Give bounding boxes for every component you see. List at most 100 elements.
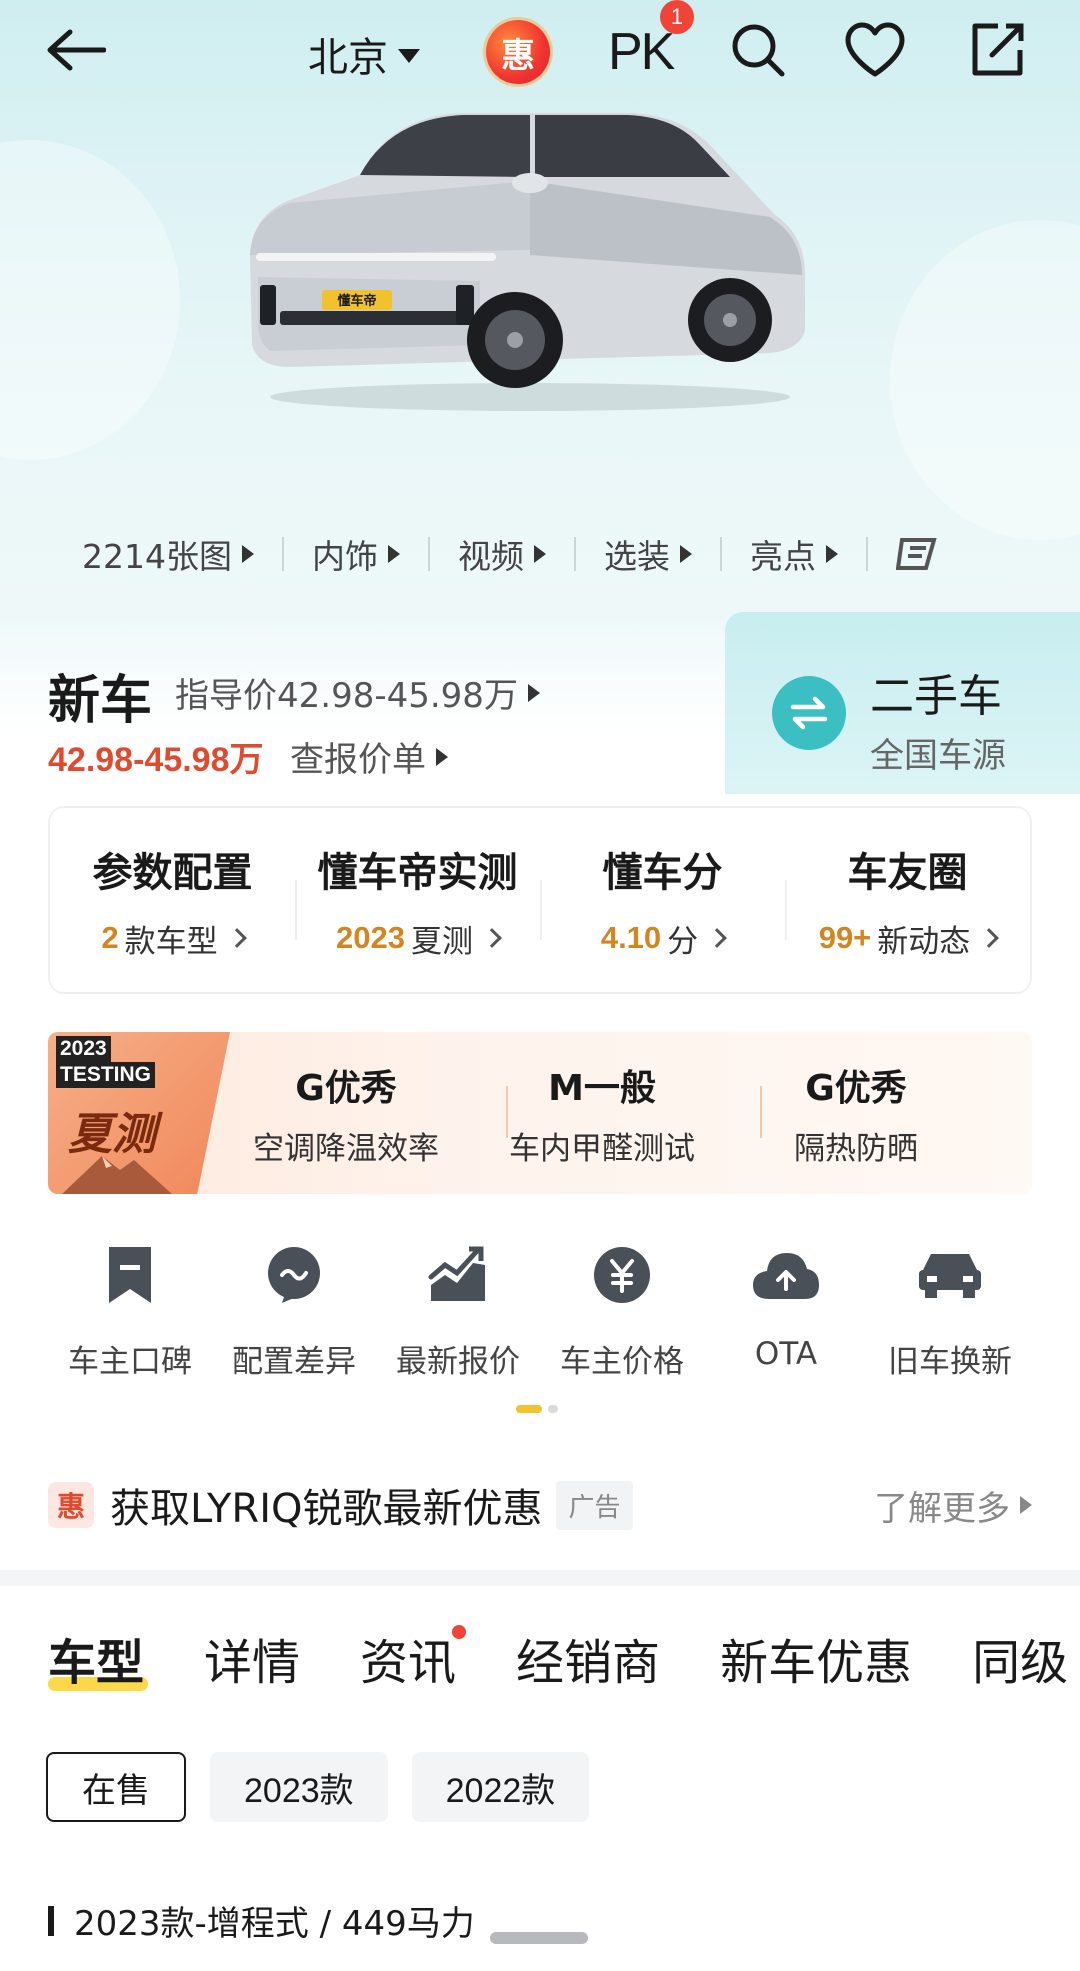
quote-list-label: 查报价单 [290, 740, 426, 780]
tab-label: 经销商 [516, 1635, 661, 1691]
stats-card: 参数配置 2 款车型 懂车帝实测 2023 夏测 懂车分 4.10 分 车友圈 99+… [48, 806, 1032, 994]
shortcut-ota[interactable]: OTA [704, 1240, 868, 1390]
cloud-upload-icon [751, 1240, 821, 1310]
shortcut-trade-in[interactable]: 旧车换新 [868, 1240, 1032, 1390]
tab-models[interactable]: 车型 [48, 1623, 148, 1693]
test-grade: M一般 [548, 1067, 656, 1109]
chevron-right-icon [482, 928, 502, 948]
tab-same-class[interactable]: 同级 [972, 1623, 1068, 1693]
section-marker [48, 1905, 54, 1936]
media-link-interior[interactable]: 内饰 [312, 530, 400, 578]
svg-text:懂车帝: 懂车帝 [337, 293, 376, 309]
new-car-title: 新车 [48, 671, 153, 731]
promo-ad-row[interactable]: 惠 获取LYRIQ锐歌最新优惠 广告 了解更多 [48, 1478, 1032, 1532]
shortcut-label: OTA [754, 1336, 818, 1372]
bookmark-icon [95, 1240, 165, 1310]
tab-label: 详情 [204, 1635, 301, 1691]
discount-tag: 惠 [48, 1482, 94, 1528]
quote-list-link[interactable]: 查报价单 [290, 732, 448, 781]
divider [427, 537, 430, 571]
arrow-right-icon [387, 545, 400, 563]
shortcut-config-diff[interactable]: 配置差异 [212, 1240, 376, 1390]
media-link-options[interactable]: 选装 [604, 530, 692, 578]
media-link-video[interactable]: 视频 [458, 530, 546, 578]
stat-highlight: 99+ [818, 920, 872, 955]
stat-sub-text: 新动态 [877, 923, 971, 960]
caret-down-icon [398, 49, 420, 63]
summer-test-banner[interactable]: 2023 TESTING 夏测 G优秀 空调降温效率 M一般 车内甲醛测试 G优… [48, 1032, 1032, 1194]
filter-2022[interactable]: 2022款 [411, 1752, 590, 1822]
test-desc: 空调降温效率 [253, 1130, 439, 1167]
shortcut-grid: 车主口碑 配置差异 最新报价 车主价格 OTA 旧车换新 [48, 1240, 1032, 1390]
stat-highlight: 2 [101, 920, 119, 955]
promo-text: 获取LYRIQ锐歌最新优惠 [110, 1486, 543, 1532]
stat-config[interactable]: 参数配置 2 款车型 [50, 840, 295, 961]
guide-price-link[interactable]: 指导价42.98-45.98万 [175, 668, 540, 717]
shortcut-latest-quote[interactable]: 最新报价 [376, 1240, 540, 1390]
tab-details[interactable]: 详情 [204, 1623, 300, 1693]
media-link-highlights[interactable]: 亮点 [750, 530, 838, 578]
stat-sub: 4.10 分 [600, 916, 728, 961]
search-icon[interactable] [726, 18, 790, 82]
3d-view-icon[interactable] [895, 534, 946, 574]
back-arrow-icon[interactable] [44, 18, 108, 82]
shortcut-label: 车主价格 [560, 1344, 684, 1380]
test-grade: G优秀 [295, 1067, 397, 1109]
media-link-photos[interactable]: 2214张图 [82, 530, 254, 578]
test-desc: 车内甲醛测试 [509, 1130, 695, 1167]
arrow-right-icon [527, 683, 540, 702]
chevron-right-icon [707, 928, 728, 948]
year-filter: 在售 2023款 2022款 [46, 1752, 590, 1822]
stat-sub-text: 分 [667, 923, 699, 960]
arrow-right-icon [533, 545, 546, 563]
stat-highlight: 4.10 [600, 920, 662, 955]
mountain-icon [62, 1156, 172, 1194]
tab-news[interactable]: 资讯 [360, 1623, 467, 1693]
ad-label: 广告 [556, 1480, 633, 1530]
discount-badge-button[interactable]: 惠 [486, 20, 550, 84]
stat-title: 懂车帝实测 [317, 849, 518, 896]
stat-score[interactable]: 懂车分 4.10 分 [540, 840, 785, 961]
test-item-ac: G优秀 空调降温效率 [218, 1032, 474, 1194]
unread-dot [452, 1625, 467, 1639]
stat-highlight: 2023 [336, 920, 405, 955]
shortcut-owner-price[interactable]: 车主价格 [540, 1240, 704, 1390]
stat-real-test[interactable]: 懂车帝实测 2023 夏测 [295, 840, 540, 961]
pk-compare-button[interactable]: PK [608, 22, 675, 82]
favorite-heart-icon[interactable] [843, 18, 907, 82]
edit-note-icon[interactable] [965, 18, 1029, 82]
media-link-label: 选装 [603, 537, 670, 576]
divider [281, 537, 284, 571]
tab-offers[interactable]: 新车优惠 [720, 1623, 912, 1693]
stat-community[interactable]: 车友圈 99+ 新动态 [785, 840, 1030, 961]
page-indicator [516, 1405, 558, 1413]
content-tabs: 车型 详情 资讯 经销商 新车优惠 同级 [48, 1618, 1080, 1698]
city-label: 北京 [308, 35, 388, 81]
model-group-header: 2023款-增程式 / 449马力 [48, 1896, 475, 1945]
home-indicator[interactable] [490, 1932, 588, 1944]
hero-decoration-left [0, 140, 180, 460]
media-link-label: 内饰 [311, 537, 378, 576]
tab-dealers[interactable]: 经销商 [516, 1623, 660, 1693]
hero-decoration-right [890, 220, 1080, 540]
section-divider [0, 1570, 1080, 1586]
divider [865, 537, 868, 571]
compare-bubble-icon [259, 1240, 329, 1310]
used-car-title: 二手车 [870, 671, 1002, 722]
pk-count-badge: 1 [660, 0, 694, 34]
media-link-label: 2214张图 [82, 537, 232, 576]
stat-sub-text: 夏测 [410, 923, 473, 960]
city-selector[interactable]: 北京 [308, 24, 420, 84]
arrow-right-icon [436, 747, 448, 766]
chevron-right-icon [226, 928, 247, 948]
learn-more-link[interactable]: 了解更多 [874, 1481, 1032, 1530]
price-range: 42.98-45.98万 [48, 741, 264, 779]
summer-test-year: 2023 [56, 1036, 111, 1062]
trend-chart-icon [423, 1240, 493, 1310]
shortcut-owner-reviews[interactable]: 车主口碑 [48, 1240, 212, 1390]
shortcut-label: 车主口碑 [68, 1344, 192, 1380]
car-image[interactable]: 懂车帝 [230, 105, 830, 415]
filter-on-sale[interactable]: 在售 [46, 1752, 186, 1822]
swap-icon [772, 676, 846, 750]
filter-2023[interactable]: 2023款 [210, 1752, 388, 1822]
